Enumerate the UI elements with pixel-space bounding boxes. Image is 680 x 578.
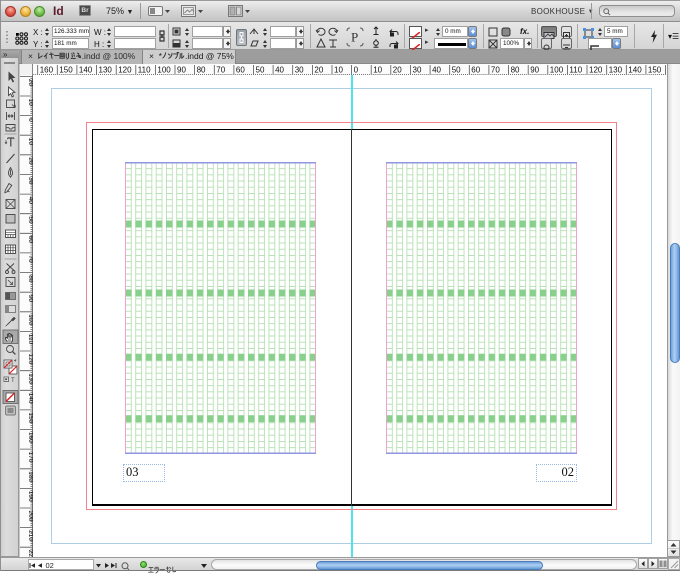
svg-text:110: 110 [138, 66, 151, 75]
svg-text:50: 50 [452, 66, 461, 75]
svg-text:50: 50 [256, 66, 265, 75]
svg-text:160: 160 [40, 66, 54, 75]
svg-text:30: 30 [413, 66, 422, 75]
svg-text:10: 10 [373, 66, 382, 75]
svg-text:80: 80 [197, 66, 206, 75]
svg-text:30: 30 [295, 66, 304, 75]
svg-text:T: T [11, 378, 15, 384]
svg-text:150: 150 [648, 66, 662, 75]
svg-text:60: 60 [471, 66, 480, 75]
svg-text:80: 80 [511, 66, 520, 75]
svg-text:110: 110 [569, 66, 582, 75]
svg-text:10: 10 [334, 66, 343, 75]
svg-text:60: 60 [236, 66, 245, 75]
svg-text:120: 120 [118, 66, 132, 75]
svg-text:90: 90 [530, 66, 539, 75]
svg-text:120: 120 [589, 66, 603, 75]
svg-text:130: 130 [609, 66, 623, 75]
svg-text:20: 20 [314, 66, 323, 75]
svg-text:140: 140 [628, 66, 642, 75]
svg-text:100: 100 [157, 66, 171, 75]
svg-text:02: 02 [46, 562, 54, 569]
svg-text:130: 130 [99, 66, 113, 75]
svg-text:0: 0 [354, 66, 359, 75]
svg-text:40: 40 [432, 66, 441, 75]
svg-text:140: 140 [79, 66, 93, 75]
svg-text:40: 40 [275, 66, 284, 75]
svg-text:100: 100 [550, 66, 564, 75]
svg-text:90: 90 [177, 66, 186, 75]
svg-text:P: P [351, 30, 358, 45]
svg-text:150: 150 [59, 66, 73, 75]
svg-text:70: 70 [216, 66, 225, 75]
svg-text:20: 20 [393, 66, 402, 75]
svg-text:70: 70 [491, 66, 500, 75]
